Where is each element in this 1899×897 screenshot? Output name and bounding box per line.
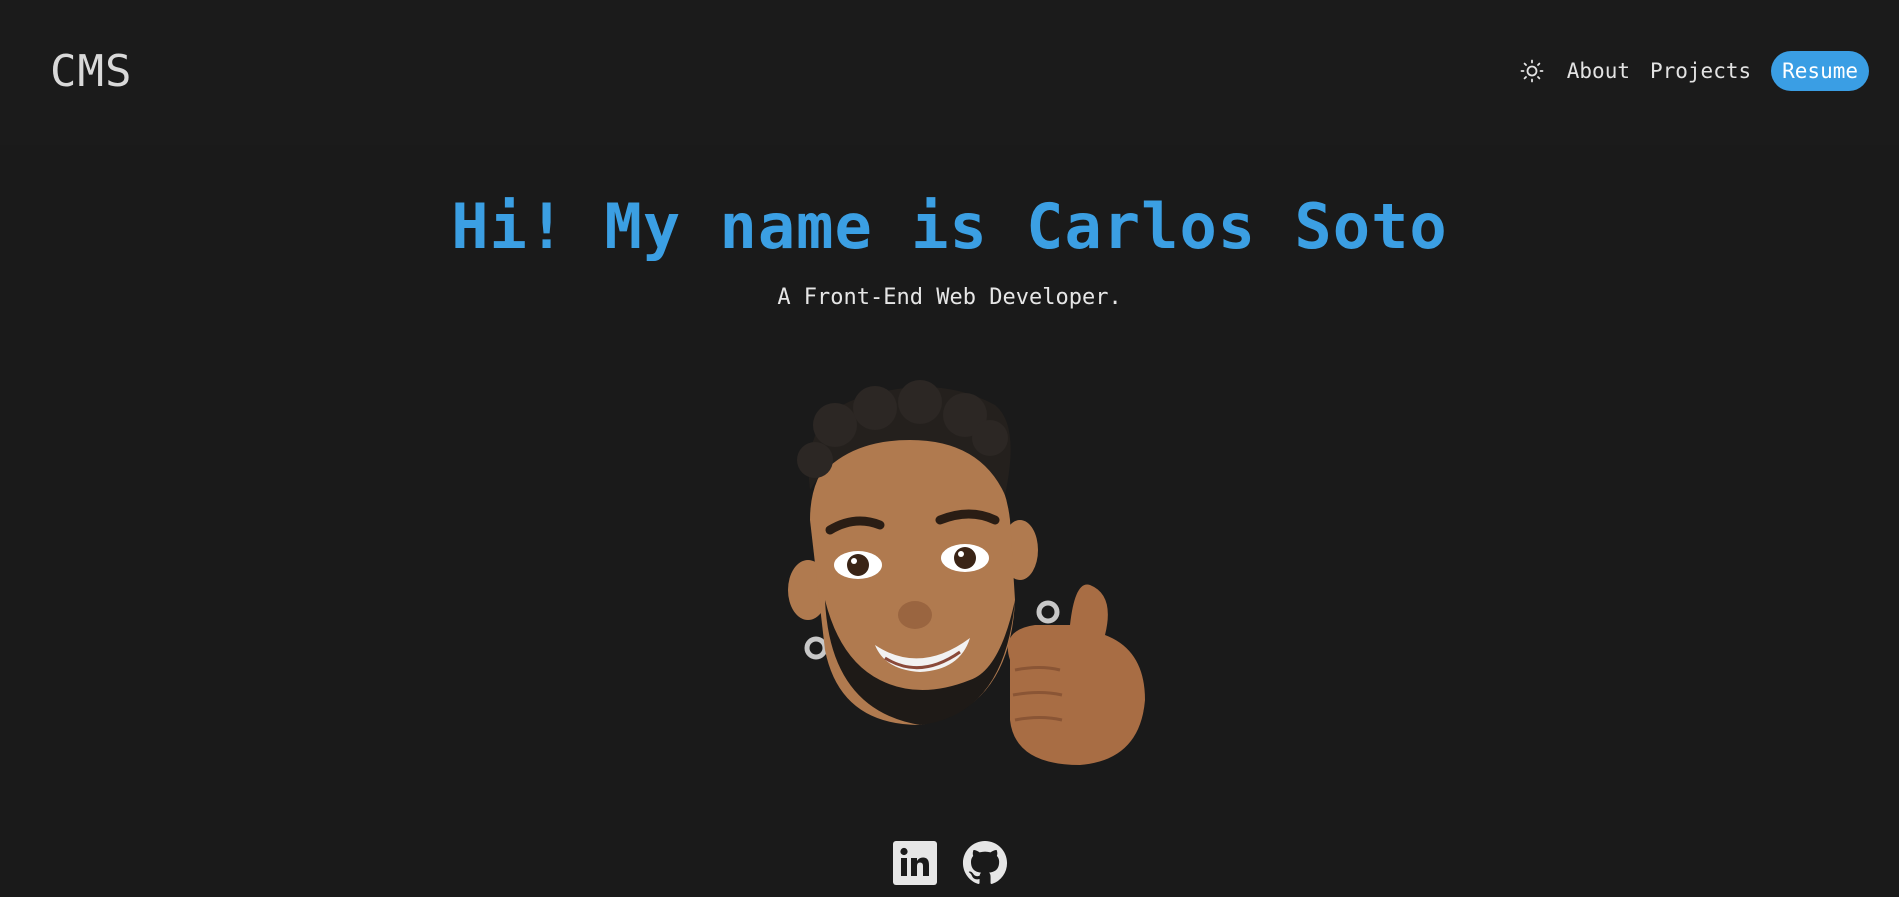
memoji-avatar-icon: [788, 380, 1145, 765]
sun-icon: [1520, 59, 1544, 83]
avatar-image: [770, 380, 1170, 780]
linkedin-icon: [892, 841, 937, 885]
nav-link-about[interactable]: About: [1567, 59, 1630, 83]
theme-toggle-button[interactable]: [1517, 56, 1547, 86]
main-nav: About Projects Resume: [1517, 51, 1869, 91]
github-icon: [962, 840, 1007, 884]
linkedin-link[interactable]: [892, 840, 938, 886]
github-link[interactable]: [962, 840, 1008, 886]
site-header: CMS About Projects Resume: [0, 0, 1899, 145]
site-logo[interactable]: CMS: [50, 46, 132, 97]
nav-link-projects[interactable]: Projects: [1650, 59, 1751, 83]
resume-button[interactable]: Resume: [1771, 51, 1869, 91]
hero-subtitle: A Front-End Web Developer.: [777, 285, 1122, 310]
social-links: [0, 840, 1899, 886]
hero-title: Hi! My name is Carlos Soto: [451, 190, 1448, 263]
